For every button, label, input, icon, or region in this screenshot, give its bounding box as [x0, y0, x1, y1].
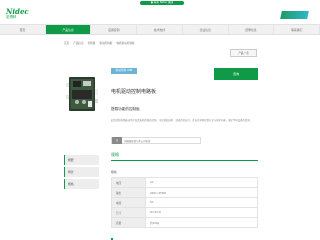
table-row: 尺寸 W×D×H: [111, 207, 258, 218]
table-row: 输出 20W～250W: [111, 187, 258, 198]
product-subtitle: 搭载功能的控制板: [111, 107, 140, 111]
nav-item-contact[interactable]: 联系我们: [274, 25, 320, 34]
product-description: 此款控制电路板适用于各类电机的驱动控制，可实现高效率、低噪音的运行，并支持多种控…: [111, 119, 253, 122]
spec-value: W×D×H: [145, 207, 258, 218]
inquiry-button[interactable]: 咨询: [214, 68, 258, 80]
spec-table: 电压 AC 输出 20W～250W 电流 5A 尺寸 W×D×H 质量 约100g: [111, 177, 258, 228]
breadcrumb-current: 电机驱动控制板: [116, 42, 135, 45]
table-row: 电流 5A: [111, 197, 258, 208]
spec-key: 电流: [111, 197, 146, 208]
logo-wordmark: Nidec: [6, 7, 29, 16]
spec-value: 20W～250W: [145, 187, 258, 198]
nav-item-home[interactable]: 首页: [0, 25, 46, 34]
sidebar-item-specs[interactable]: 规格: [64, 179, 99, 189]
spec-key: 电压: [111, 177, 146, 188]
section-divider: [111, 160, 258, 161]
spec-key: 尺寸: [111, 207, 146, 218]
header-banner-graphic: [280, 11, 309, 19]
nav-item-products[interactable]: 产品信息: [45, 25, 92, 34]
spec-value: 约100g: [145, 217, 258, 228]
product-list-button[interactable]: 产品一览: [230, 49, 257, 57]
spec-section-title: 规格: [111, 152, 119, 157]
breadcrumb-item[interactable]: 驱动控制板: [99, 41, 112, 45]
product-title: 电机驱动控制电路板: [111, 89, 157, 95]
header-contact-pill[interactable]: ● 联系 Nidec 集团: [140, 1, 184, 5]
sidebar-item-overview[interactable]: 概要: [64, 155, 99, 165]
global-nav: 首页 产品信息 应用实例 技术支持 企业信息 招聘信息 联系我们: [0, 24, 320, 35]
breadcrumb-item[interactable]: 首页: [64, 41, 69, 45]
product-image: [66, 77, 98, 111]
note-text: 详细规格请与本公司咨询: [124, 139, 151, 143]
spec-value: 5A: [145, 197, 258, 208]
nav-item-applications[interactable]: 应用实例: [91, 25, 138, 34]
spec-value: AC: [145, 177, 258, 188]
breadcrumb: 首页 产品信息 控制器 驱动控制板 电机驱动控制板: [64, 41, 134, 45]
table-row: 质量 约100g: [111, 217, 258, 228]
breadcrumb-item[interactable]: 产品信息: [73, 41, 83, 45]
spec-subtitle: 规格: [111, 170, 117, 174]
nidec-logo[interactable]: Nidec 尼得科: [6, 7, 29, 20]
table-row: 电压 AC: [111, 177, 258, 188]
product-category-tag: 驱动控制 LMB: [111, 68, 137, 74]
nav-item-careers[interactable]: 招聘信息: [229, 25, 275, 34]
breadcrumb-item[interactable]: 控制器: [88, 41, 96, 45]
spec-key: 质量: [111, 217, 146, 228]
sidebar-item-features[interactable]: 特长: [64, 167, 99, 177]
note-badge: 注: [112, 137, 122, 144]
nav-item-support[interactable]: 技术支持: [137, 25, 183, 34]
spec-key: 输出: [111, 187, 146, 198]
note-row: 注 详细规格请与本公司咨询: [111, 137, 201, 144]
section-sidebar: 概要 特长 规格: [64, 155, 99, 191]
nav-item-company[interactable]: 企业信息: [183, 25, 229, 34]
